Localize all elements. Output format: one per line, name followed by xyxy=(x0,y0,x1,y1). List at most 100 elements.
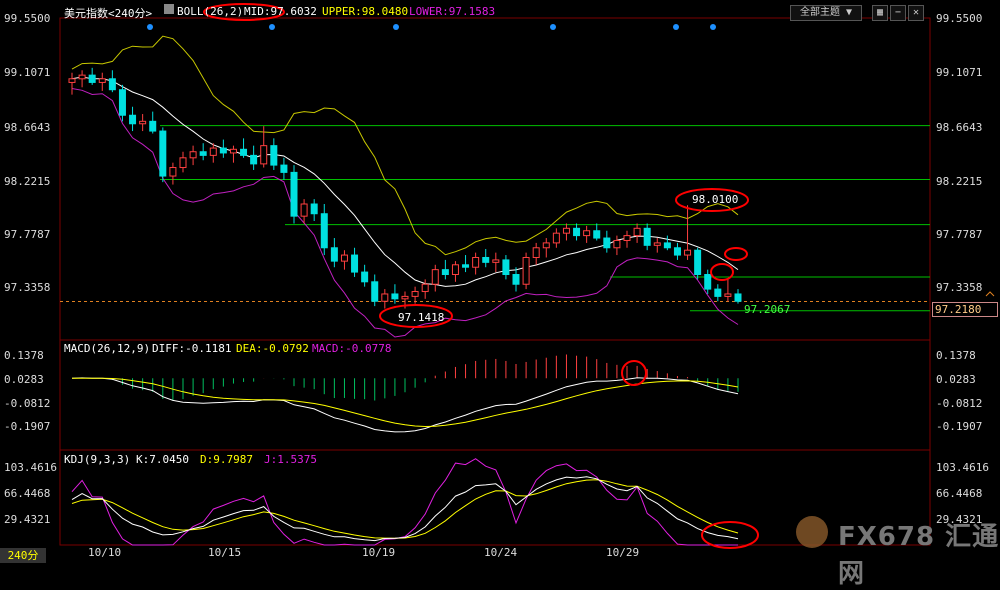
candle-body xyxy=(532,247,540,258)
kdj-k: K:7.0450 xyxy=(136,453,189,466)
macd-axis-right-0: 0.1378 xyxy=(936,349,976,362)
candle-body xyxy=(240,148,248,156)
candle-body xyxy=(603,237,611,249)
price-axis-right-2: 98.6643 xyxy=(936,121,983,134)
kdj-axis-left-1: 66.4468 xyxy=(4,487,51,500)
price-panel-frame xyxy=(59,17,931,341)
macd-value: MACD:-0.0778 xyxy=(312,342,392,355)
kdj-j: J:1.5375 xyxy=(264,453,317,466)
candle-body xyxy=(583,230,591,237)
kdj-axis-right-0: 103.4616 xyxy=(936,461,989,474)
macd-axis-right-3: -0.1907 xyxy=(936,420,983,433)
minimize-icon[interactable]: − xyxy=(890,5,906,21)
candle-body xyxy=(250,154,258,165)
candle-body xyxy=(613,239,621,249)
boll-mid-line xyxy=(71,76,739,287)
boll-mid: MID:97.6032 xyxy=(244,5,317,18)
candle-body xyxy=(623,235,631,241)
event-marker xyxy=(147,24,153,30)
current-price-tag: 97.2180 xyxy=(932,302,998,317)
candle-body xyxy=(229,148,237,154)
candle-body xyxy=(340,254,348,262)
price-axis-right-3: 98.2215 xyxy=(936,175,983,188)
candle-body xyxy=(573,227,581,237)
candle-body xyxy=(290,171,298,217)
period-selector[interactable]: 240分 xyxy=(0,548,46,563)
macd-dea: DEA:-0.0792 xyxy=(236,342,309,355)
watermark-icon xyxy=(796,516,828,548)
candle-body xyxy=(502,259,510,276)
close-icon[interactable]: ✕ xyxy=(908,5,924,21)
theme-dropdown[interactable]: 全部主题 ▼ xyxy=(790,5,862,21)
candle-body xyxy=(633,227,641,237)
event-marker xyxy=(393,24,399,30)
candle-body xyxy=(492,259,500,263)
grid-icon[interactable]: ▦ xyxy=(872,5,888,21)
candle-body xyxy=(381,293,389,302)
macd-axis-left-2: -0.0812 xyxy=(4,397,51,410)
macd-axis-right-1: 0.0283 xyxy=(936,373,976,386)
candle-body xyxy=(280,164,288,173)
boll-lower: LOWER:97.1583 xyxy=(409,5,496,18)
annotation-low: 97.1418 xyxy=(398,311,445,324)
macd-panel-frame xyxy=(59,339,931,451)
candle-body xyxy=(149,120,157,132)
candle-body xyxy=(522,256,530,285)
candle-body xyxy=(653,242,661,246)
annotation-circle xyxy=(621,360,647,386)
candle-body xyxy=(451,264,459,276)
candle-body xyxy=(159,130,167,177)
candle-body xyxy=(724,293,732,297)
candle-body xyxy=(482,256,490,263)
candle-body xyxy=(98,78,106,83)
candle-body xyxy=(643,227,651,246)
candle-body xyxy=(714,288,722,297)
candle-body xyxy=(330,247,338,262)
macd-axis-left-3: -0.1907 xyxy=(4,420,51,433)
candle-body xyxy=(139,120,147,125)
x-tick-1: 10/15 xyxy=(208,546,242,559)
annotation-circle xyxy=(701,521,759,549)
macd-diff: DIFF:-0.1181 xyxy=(152,342,232,355)
boll-upper: UPPER:98.0480 xyxy=(322,5,409,18)
kdj-d: D:9.7987 xyxy=(200,453,253,466)
chevron-down-icon: ▼ xyxy=(846,7,853,18)
candle-body xyxy=(411,291,419,297)
candle-body xyxy=(512,274,520,285)
candle-body xyxy=(88,74,96,83)
candle-body xyxy=(704,274,712,290)
candle-body xyxy=(391,293,399,300)
price-axis-left-0: 99.5500 xyxy=(4,12,51,25)
kdj-axis-left-0: 103.4616 xyxy=(4,461,57,474)
watermark: FX678 汇通网 xyxy=(838,522,1000,589)
candle-body xyxy=(472,256,480,268)
annotation-circle xyxy=(724,247,748,261)
price-axis-left-4: 97.7787 xyxy=(4,228,51,241)
candle-body xyxy=(441,269,449,276)
candle-body xyxy=(361,271,369,283)
kdj-label: KDJ(9,3,3) xyxy=(64,453,131,466)
boll-upper-line xyxy=(71,35,739,256)
price-axis-left-1: 99.1071 xyxy=(4,66,51,79)
price-axis-right-0: 99.5500 xyxy=(936,12,983,25)
candle-body xyxy=(320,213,328,249)
kdj-axis-left-2: 29.4321 xyxy=(4,513,51,526)
candle-body xyxy=(684,249,692,256)
candle-body xyxy=(431,269,439,285)
price-up-arrow-icon xyxy=(985,291,995,297)
price-axis-right-4: 97.7787 xyxy=(936,228,983,241)
candle-body xyxy=(351,254,359,273)
chart-title: 美元指数<240分> xyxy=(64,7,153,20)
candle-body xyxy=(118,89,126,116)
macd-axis-left-0: 0.1378 xyxy=(4,349,44,362)
candle-body xyxy=(270,145,278,166)
price-axis-right-1: 99.1071 xyxy=(936,66,983,79)
x-tick-4: 10/29 xyxy=(606,546,640,559)
candle-body xyxy=(199,151,207,156)
candle-body xyxy=(673,247,681,256)
candle-body xyxy=(300,203,308,217)
chart-canvas[interactable] xyxy=(0,0,1000,563)
boll-icon[interactable] xyxy=(164,4,174,14)
x-tick-0: 10/10 xyxy=(88,546,122,559)
candle-body xyxy=(401,295,409,300)
